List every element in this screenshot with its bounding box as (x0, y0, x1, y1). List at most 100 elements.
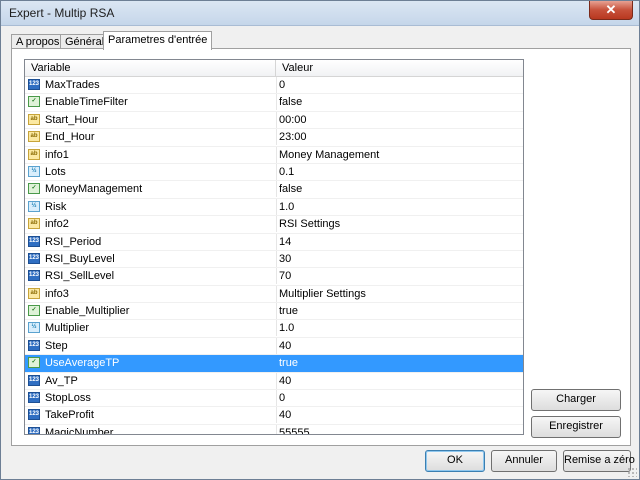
variable-name: TakeProfit (45, 409, 94, 422)
variable-name: End_Hour (45, 131, 95, 144)
variable-name: RSI_SellLevel (45, 270, 115, 283)
reset-button[interactable]: Remise a zéro (563, 450, 635, 472)
variable-value[interactable]: 0 (276, 390, 523, 407)
dialog-window: Expert - Multip RSA ✕ A propos Général P… (0, 0, 640, 480)
variable-name: RSI_Period (45, 235, 102, 248)
variable-name: StopLoss (45, 392, 91, 405)
table-row[interactable]: 123 Av_TP 40 (25, 372, 523, 391)
int-type-icon: 123 (28, 270, 40, 282)
variable-name: EnableTimeFilter (45, 96, 128, 109)
variable-name: Step (45, 339, 68, 352)
variable-name: Lots (45, 165, 66, 178)
variable-value[interactable]: 70 (276, 268, 523, 285)
bool-type-icon: ✓ (28, 183, 40, 195)
variable-name: info3 (45, 287, 69, 300)
variable-value[interactable]: RSI Settings (276, 216, 523, 233)
variable-value[interactable]: Money Management (276, 146, 523, 163)
dbl-type-icon: ½ (28, 200, 40, 212)
variable-value[interactable]: 40 (276, 407, 523, 424)
bool-type-icon: ✓ (28, 357, 40, 369)
variable-name: MagicNumber (45, 426, 114, 435)
table-row[interactable]: ab End_Hour 23:00 (25, 129, 523, 147)
table-row[interactable]: 123 StopLoss 0 (25, 390, 523, 408)
cancel-button[interactable]: Annuler (491, 450, 557, 472)
variable-value[interactable]: 40 (276, 337, 523, 354)
variable-name: info1 (45, 148, 69, 161)
variable-value[interactable]: false (276, 181, 523, 198)
bool-type-icon: ✓ (28, 96, 40, 108)
table-row[interactable]: 123 Step 40 (25, 337, 523, 356)
dbl-type-icon: ½ (28, 322, 40, 334)
table-row[interactable]: 123 RSI_SellLevel 70 (25, 268, 523, 286)
str-type-icon: ab (28, 218, 40, 230)
str-type-icon: ab (28, 113, 40, 125)
str-type-icon: ab (28, 287, 40, 299)
variable-value[interactable]: false (276, 94, 523, 111)
ok-button[interactable]: OK (425, 450, 485, 472)
variable-value[interactable]: 30 (276, 250, 523, 267)
variable-name: UseAverageTP (45, 357, 120, 370)
table-row[interactable]: ab info2 RSI Settings (25, 216, 523, 234)
int-type-icon: 123 (28, 374, 40, 386)
table-row[interactable]: ab info3 Multiplier Settings (25, 285, 523, 304)
table-row[interactable]: 123 MagicNumber 55555 (25, 424, 523, 435)
table-row[interactable]: ✓ Enable_Multiplier true (25, 303, 523, 321)
str-type-icon: ab (28, 131, 40, 143)
variable-value[interactable]: 00:00 (276, 111, 523, 128)
variable-name: Av_TP (45, 374, 78, 387)
window-title: Expert - Multip RSA (9, 6, 115, 20)
table-row[interactable]: 123 RSI_Period 14 (25, 233, 523, 251)
table-row[interactable]: ✓ MoneyManagement false (25, 181, 523, 199)
table-row[interactable]: ½ Multiplier 1.0 (25, 320, 523, 338)
variable-name: RSI_BuyLevel (45, 252, 115, 265)
parameters-list[interactable]: Variable Valeur 123 MaxTrades 0 ✓ EnableTime… (24, 59, 524, 435)
variable-value[interactable]: true (276, 355, 523, 372)
dbl-type-icon: ½ (28, 165, 40, 177)
variable-value[interactable]: Multiplier Settings (276, 285, 523, 302)
variable-name: Risk (45, 200, 67, 213)
parameter-rows: 123 MaxTrades 0 ✓ EnableTimeFilter false ab Sta… (25, 77, 523, 435)
variable-value[interactable]: 1.0 (276, 320, 523, 337)
variable-value[interactable]: 14 (276, 233, 523, 250)
int-type-icon: 123 (28, 235, 40, 247)
variable-name: info2 (45, 218, 69, 231)
save-button[interactable]: Enregistrer (531, 416, 621, 438)
variable-value[interactable]: 0 (276, 77, 523, 93)
variable-value[interactable]: 0.1 (276, 163, 523, 180)
table-row[interactable]: ab info1 Money Management (25, 146, 523, 164)
column-header-variable[interactable]: Variable (25, 60, 276, 76)
table-row[interactable]: ½ Risk 1.0 (25, 198, 523, 217)
int-type-icon: 123 (28, 252, 40, 264)
title-bar[interactable]: Expert - Multip RSA ✕ (1, 1, 639, 26)
variable-value[interactable]: 55555 (276, 424, 523, 434)
variable-name: Multiplier (45, 322, 90, 335)
int-type-icon: 123 (28, 339, 40, 351)
table-row[interactable]: 123 MaxTrades 0 (25, 77, 523, 95)
variable-name: Start_Hour (45, 113, 99, 126)
load-button[interactable]: Charger (531, 389, 621, 411)
str-type-icon: ab (28, 148, 40, 160)
resize-grip-icon[interactable] (627, 467, 637, 477)
close-icon[interactable]: ✕ (589, 1, 633, 20)
int-type-icon: 123 (28, 79, 40, 90)
table-row[interactable]: ab Start_Hour 00:00 (25, 111, 523, 130)
variable-value[interactable]: true (276, 303, 523, 320)
table-row[interactable]: ✓ EnableTimeFilter false (25, 94, 523, 112)
table-row[interactable]: ✓ UseAverageTP true (25, 355, 523, 373)
variable-value[interactable]: 23:00 (276, 129, 523, 146)
tab-panel: Variable Valeur 123 MaxTrades 0 ✓ EnableTime… (11, 48, 631, 446)
table-row[interactable]: 123 RSI_BuyLevel 30 (25, 250, 523, 269)
table-row[interactable]: 123 TakeProfit 40 (25, 407, 523, 425)
column-header-valeur[interactable]: Valeur (276, 60, 523, 76)
table-row[interactable]: ½ Lots 0.1 (25, 163, 523, 182)
bool-type-icon: ✓ (28, 305, 40, 317)
variable-value[interactable]: 40 (276, 372, 523, 389)
variable-name: MaxTrades (45, 79, 100, 91)
variable-name: MoneyManagement (45, 183, 143, 196)
int-type-icon: 123 (28, 392, 40, 404)
list-header: Variable Valeur (25, 60, 523, 77)
variable-value[interactable]: 1.0 (276, 198, 523, 215)
variable-name: Enable_Multiplier (45, 305, 130, 318)
int-type-icon: 123 (28, 409, 40, 421)
tab-parametres-entree[interactable]: Parametres d'entrée (103, 31, 213, 50)
